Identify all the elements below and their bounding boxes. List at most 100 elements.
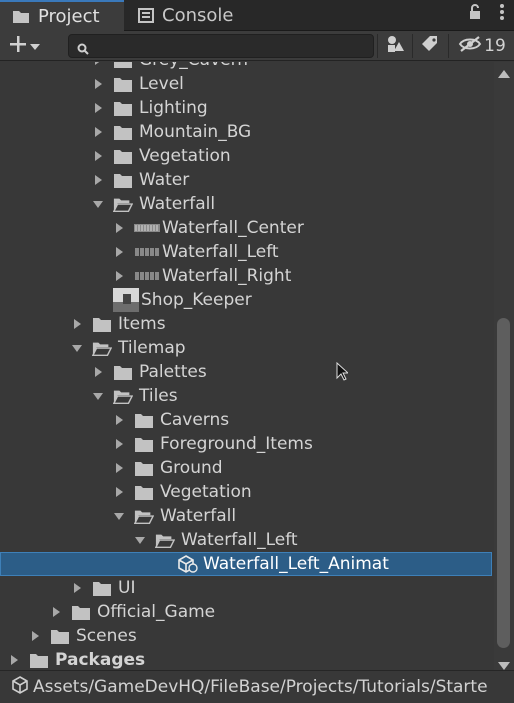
tree-row[interactable]: Vegetation <box>0 480 494 504</box>
expand-arrow-icon[interactable] <box>92 360 104 384</box>
toolbar-separator <box>448 34 449 58</box>
expand-arrow-icon[interactable] <box>113 432 125 456</box>
tree-row[interactable]: UI <box>0 576 494 600</box>
search-input[interactable] <box>93 37 369 55</box>
folder-icon <box>12 9 30 24</box>
collapse-arrow-icon[interactable] <box>92 192 104 216</box>
tree-item-label: Vegetation <box>160 482 252 502</box>
scroll-up-icon[interactable] <box>498 64 510 78</box>
project-toolbar: 19 <box>0 31 514 61</box>
tree-row[interactable]: Items <box>0 312 494 336</box>
folder-icon <box>134 456 154 480</box>
search-by-type-button[interactable] <box>381 34 409 58</box>
animated-tile-icon <box>177 552 199 576</box>
folder-icon <box>113 144 133 168</box>
tab-project-label: Project <box>38 6 100 27</box>
tab-project[interactable]: Project <box>0 0 124 31</box>
tree-row[interactable]: Level <box>0 72 494 96</box>
tree-row[interactable]: Waterfall <box>0 504 494 528</box>
tree-row[interactable]: Scenes <box>0 624 494 648</box>
plus-icon <box>8 34 28 59</box>
tree-row[interactable]: Ground <box>0 456 494 480</box>
tree-row[interactable]: Tiles <box>0 384 494 408</box>
expand-arrow-icon[interactable] <box>92 62 104 72</box>
tab-console[interactable]: Console <box>138 0 258 31</box>
scrollbar-thumb[interactable] <box>497 318 510 648</box>
expand-arrow-icon[interactable] <box>92 96 104 120</box>
chevron-down-icon <box>30 36 40 56</box>
expand-arrow-icon[interactable] <box>113 408 125 432</box>
tree-row-selected[interactable]: Waterfall_Left_Animat <box>0 552 492 576</box>
vertical-scrollbar[interactable] <box>494 62 514 670</box>
tree-item-label: Shop_Keeper <box>141 290 252 310</box>
tree-item-label: Caverns <box>160 410 230 430</box>
expand-arrow-icon[interactable] <box>113 264 125 288</box>
image-thumbnail-icon <box>113 288 140 312</box>
toolbar-separator <box>412 34 413 58</box>
expand-arrow-icon[interactable] <box>71 312 83 336</box>
folder-icon <box>50 624 70 648</box>
tree-item-label: Packages <box>55 650 146 670</box>
lock-icon[interactable] <box>468 4 482 25</box>
collapse-arrow-icon[interactable] <box>134 528 146 552</box>
tree-item-label: Palettes <box>139 362 207 382</box>
tree-row[interactable]: Lighting <box>0 96 494 120</box>
folder-open-icon <box>92 336 112 360</box>
expand-arrow-icon[interactable] <box>92 144 104 168</box>
expand-arrow-icon[interactable] <box>113 456 125 480</box>
folder-icon <box>113 96 133 120</box>
expand-arrow-icon[interactable] <box>50 600 62 624</box>
scroll-down-icon[interactable] <box>498 656 510 670</box>
project-tree[interactable]: Grey_Cavern Level Lighting Mountain_BG Veget… <box>0 62 494 670</box>
collapse-arrow-icon[interactable] <box>71 336 83 360</box>
tree-row[interactable]: Waterfall_Left <box>0 240 494 264</box>
more-menu-icon[interactable] <box>500 4 504 25</box>
tree-item-label: Water <box>139 170 190 190</box>
sprite-sheet-icon <box>134 240 161 264</box>
tree-row[interactable]: Waterfall_Left <box>0 528 494 552</box>
tree-item-label: Mountain_BG <box>139 122 252 142</box>
tree-item-label: Waterfall_Left <box>181 530 298 550</box>
tree-row[interactable]: Water <box>0 168 494 192</box>
tree-item-label: Waterfall <box>160 506 237 526</box>
tree-row[interactable]: Foreground_Items <box>0 432 494 456</box>
expand-arrow-icon[interactable] <box>92 120 104 144</box>
expand-arrow-icon[interactable] <box>71 576 83 600</box>
search-box[interactable] <box>68 34 374 58</box>
expand-arrow-icon[interactable] <box>92 168 104 192</box>
tree-row[interactable]: Mountain_BG <box>0 120 494 144</box>
sprite-sheet-icon <box>134 216 161 240</box>
tree-row[interactable]: Vegetation <box>0 144 494 168</box>
tree-row[interactable]: Waterfall <box>0 192 494 216</box>
sprite-sheet-icon <box>134 264 161 288</box>
tree-item-label: Waterfall_Left <box>162 242 279 262</box>
hidden-packages-button[interactable]: 19 <box>454 34 510 58</box>
expand-arrow-icon[interactable] <box>8 648 20 670</box>
tab-console-label: Console <box>162 5 234 26</box>
tree-item-label: Items <box>118 314 166 334</box>
tree-row[interactable]: Tilemap <box>0 336 494 360</box>
collapse-arrow-icon[interactable] <box>113 504 125 528</box>
arrow-spacer <box>92 288 104 312</box>
toolbar-separator <box>377 34 378 58</box>
tree-row[interactable]: Palettes <box>0 360 494 384</box>
folder-icon <box>113 168 133 192</box>
tree-row[interactable]: Waterfall_Center <box>0 216 494 240</box>
expand-arrow-icon[interactable] <box>113 240 125 264</box>
expand-arrow-icon[interactable] <box>113 216 125 240</box>
search-by-label-button[interactable] <box>416 34 444 58</box>
tree-item-label: Level <box>139 74 184 94</box>
create-button[interactable] <box>8 33 52 59</box>
expand-arrow-icon[interactable] <box>29 624 41 648</box>
tree-item-label: UI <box>118 578 136 598</box>
expand-arrow-icon[interactable] <box>92 72 104 96</box>
tree-row[interactable]: Shop_Keeper <box>0 288 494 312</box>
tree-row[interactable]: Caverns <box>0 408 494 432</box>
tree-row[interactable]: Waterfall_Right <box>0 264 494 288</box>
arrow-spacer <box>156 552 168 576</box>
tree-row[interactable]: Official_Game <box>0 600 494 624</box>
collapse-arrow-icon[interactable] <box>92 384 104 408</box>
expand-arrow-icon[interactable] <box>113 480 125 504</box>
tree-row[interactable]: Grey_Cavern <box>0 62 494 72</box>
tree-row[interactable]: Packages <box>0 648 494 670</box>
